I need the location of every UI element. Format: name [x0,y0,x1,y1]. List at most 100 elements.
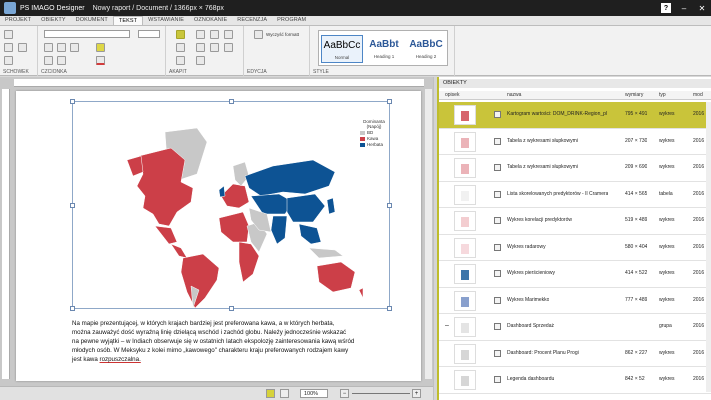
table-row[interactable]: – Dashboard Sprzedaż grupa 2016 [439,314,711,341]
clear-format-button[interactable]: Wyczyść formatt [266,32,299,37]
object-type: wykres [659,376,675,382]
subscript-icon[interactable] [57,56,66,65]
paste-icon[interactable] [4,30,13,39]
body-paragraph[interactable]: Na mapie prezentującej, w których krajac… [72,319,392,364]
chart-icon [494,270,501,277]
map-region-indonesia [308,247,344,259]
object-type: wykres [659,164,675,170]
table-row[interactable]: Tabela z wykresami słupkowymi 209 × 690 wy… [439,155,711,182]
superscript-icon[interactable] [44,56,53,65]
object-type: wykres [659,296,675,303]
resize-handle[interactable] [387,99,392,104]
object-thumbnail [454,290,476,311]
table-row[interactable]: Wykres Marimekko 777 × 489 wykres 2016 [439,288,711,314]
column-header[interactable]: wymiary [625,92,643,98]
numbered-list-icon[interactable] [176,56,185,65]
font-family-select[interactable] [44,30,130,38]
paragraph-icon[interactable] [196,56,205,65]
menu-dokument[interactable]: DOKUMENT [71,16,113,25]
clear-format-icon[interactable] [254,30,263,39]
chart-icon [494,243,501,251]
bullet-list-icon[interactable] [176,43,185,52]
align-right-icon[interactable] [210,30,219,39]
menu-program[interactable]: PROGRAM [272,16,311,25]
font-size-select[interactable] [138,30,160,38]
zoom-slider[interactable] [352,393,410,394]
menu-obiekty[interactable]: OBIEKTY [36,16,71,25]
zoom-select[interactable]: 100% [300,389,328,398]
menu-tekst[interactable]: TEKST [112,16,144,25]
resize-handle[interactable] [70,99,75,104]
align-center-icon[interactable] [196,30,205,39]
cut-icon[interactable] [4,43,13,52]
style-sample: AaBbt [369,39,399,50]
object-name: Legenda dashboardu [507,376,555,382]
minimize-icon[interactable]: – [675,0,693,16]
panel-title: OBIEKTY [439,79,711,88]
table-row[interactable]: Kartogram wartości: DOM_DRINK-Region_pl 7… [439,102,711,129]
map-chart[interactable]: Dominanta (Napój) BD Kawa Herbata [70,99,392,311]
page-view-icon[interactable] [266,389,275,398]
close-icon[interactable]: ✕ [693,0,711,16]
style-normal[interactable]: AaBbCc Normal [321,35,363,63]
format-painter-icon[interactable] [4,56,13,65]
print-view-icon[interactable] [280,389,289,398]
column-header[interactable]: opisek [445,92,459,98]
group-label-schowek: SCHOWEK [3,69,29,75]
group-expander-icon[interactable]: – [445,322,449,329]
group-edycja: Wyczyść formatt EDYCJA [244,26,310,76]
resize-handle[interactable] [70,203,75,208]
object-type: wykres [659,270,675,276]
menu-projekt[interactable]: PROJEKT [0,16,36,25]
zoom-in-button[interactable]: + [412,389,421,398]
group-czcionka: CZCIONKA [38,26,166,76]
italic-icon[interactable] [57,43,66,52]
resize-handle[interactable] [387,306,392,311]
chart-icon [494,349,501,357]
underline-icon[interactable] [70,43,79,52]
legend-label: Herbata [367,142,384,147]
table-row[interactable]: Lista skorelowanych predyktorów - Il Cra… [439,182,711,208]
table-row[interactable]: Tabela z wykresami słupkowymi 207 × 730 wy… [439,129,711,155]
column-header[interactable]: mod [693,92,703,98]
object-name: Kartogram wartości: DOM_DRINK-Region_pl [507,111,608,117]
table-row[interactable]: Wykres radarowy 580 × 404 wykres 2016 [439,235,711,261]
object-thumbnail [454,370,476,390]
editor-scrollbar[interactable] [425,89,432,379]
justify-icon[interactable] [224,30,233,39]
menu-oznokanie[interactable]: OZNOKANIE [189,16,232,25]
zoom-out-button[interactable]: − [340,389,349,398]
help-button[interactable]: ? [661,3,671,13]
resize-handle[interactable] [229,306,234,311]
thumbnail-preview [461,243,469,254]
table-row[interactable]: Wykres korelacji predyktorów 519 × 489 wyk… [439,208,711,235]
style-heading-2[interactable]: AaBbC Heading 2 [405,35,447,63]
font-color-icon[interactable] [96,56,105,65]
map-region-china [286,193,326,223]
table-row[interactable]: Legenda dashboardu 842 × 52 wykres 2016 [439,367,711,394]
menu-wstawianie[interactable]: WSTAWIANIE [143,16,189,25]
copy-icon[interactable] [18,43,27,52]
menu-bar: PROJEKT OBIEKTY DOKUMENT TEKST WSTAWIANI… [0,16,711,26]
document-page[interactable]: Dominanta (Napój) BD Kawa Herbata Na map… [16,91,421,381]
column-header[interactable]: nazwa [507,92,521,98]
map-region-new-zealand [358,287,364,299]
align-left-icon[interactable] [176,30,185,39]
style-heading-1[interactable]: AaBbt Heading 1 [363,35,405,63]
highlight-icon[interactable] [96,43,105,52]
panel-scrollbar[interactable] [706,102,711,392]
object-dimensions: 414 × 522 [625,270,648,276]
line-spacing-icon[interactable] [224,43,233,52]
indent-icon[interactable] [196,43,205,52]
outdent-icon[interactable] [210,43,219,52]
column-header[interactable]: typ [659,92,666,98]
table-row[interactable]: Dashboard: Procent Planu Progi 862 × 227 w… [439,341,711,367]
resize-handle[interactable] [387,203,392,208]
thumbnail-preview [461,296,469,307]
object-type: wykres [659,111,675,117]
menu-recenzja[interactable]: RECENZJA [232,16,272,25]
resize-handle[interactable] [70,306,75,311]
table-row[interactable]: Wykres pierścieniowy 414 × 522 wykres 2016 [439,261,711,288]
resize-handle[interactable] [229,99,234,104]
bold-icon[interactable] [44,43,53,52]
